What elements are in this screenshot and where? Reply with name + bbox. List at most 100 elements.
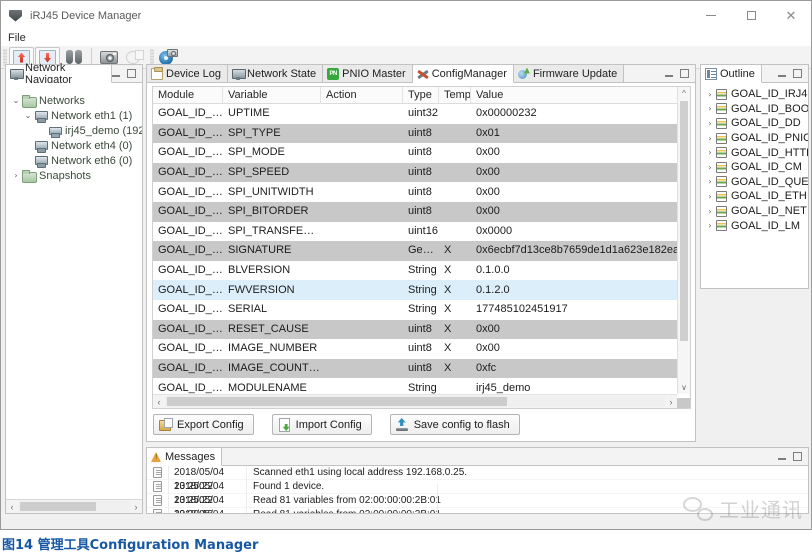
tab-messages[interactable]: Messages: [147, 448, 223, 466]
tab-network-state[interactable]: Network State: [228, 65, 324, 82]
navigator-horizontal-scrollbar[interactable]: ‹ ›: [6, 499, 142, 513]
message-row[interactable]: 2018/05/04 13:25:22 Found 1 device.: [147, 479, 808, 506]
tab-network-navigator[interactable]: Network Navigator: [6, 62, 112, 86]
editor-area: Device Log Network State PN PNIO Master …: [146, 64, 696, 442]
table-row[interactable]: GOAL_ID_IRJ45 SPI_MODE uint8 0x00: [153, 143, 690, 163]
column-header-temp[interactable]: Temp: [439, 87, 471, 103]
tree-item-network-eth6[interactable]: Network eth6 (0): [6, 153, 142, 168]
scroll-up-icon[interactable]: ^: [678, 87, 690, 100]
scroll-right-icon[interactable]: ›: [665, 397, 677, 407]
message-row[interactable]: 2018/05/04 13:39:16Read 81 variables fro…: [147, 493, 808, 513]
column-header-type[interactable]: Type: [403, 87, 439, 103]
tree-item-irj45-demo[interactable]: irj45_demo (192.168.0: [6, 123, 142, 138]
tab-outline[interactable]: Outline: [701, 65, 762, 83]
chevron-right-icon[interactable]: ›: [704, 163, 716, 172]
maximize-view-icon[interactable]: [680, 69, 689, 78]
tree-item-label: Snapshots: [39, 169, 91, 182]
chevron-down-icon[interactable]: ⌄: [22, 111, 34, 120]
scroll-track[interactable]: [18, 501, 130, 512]
minimize-view-icon[interactable]: [778, 70, 786, 77]
outline-item[interactable]: › GOAL_ID_BOOT: [701, 102, 808, 117]
column-header-variable[interactable]: Variable: [223, 87, 321, 103]
log-icon: [153, 509, 162, 513]
chevron-right-icon[interactable]: ›: [704, 104, 716, 113]
chevron-right-icon[interactable]: ›: [704, 119, 716, 128]
scroll-down-icon[interactable]: ∨: [678, 381, 690, 394]
table-row[interactable]: GOAL_ID_IRJ45 SPI_BITORDER uint8 0x00: [153, 201, 690, 222]
table-row[interactable]: GOAL_ID_IRJ45 SPI_TYPE uint8 0x01: [153, 123, 690, 144]
maximize-view-icon[interactable]: [127, 69, 136, 78]
table-row[interactable]: GOAL_ID_IRJ45 SPI_TRANSFERSIZE uint16 0x000…: [153, 221, 690, 242]
table-row[interactable]: GOAL_ID_IRJ45 UPTIME uint32 0x00000232: [153, 104, 690, 124]
export-config-button[interactable]: Export Config: [153, 414, 254, 435]
column-header-module[interactable]: Module: [153, 87, 223, 103]
toolbar-grip-2[interactable]: [150, 48, 154, 66]
scroll-left-icon[interactable]: ‹: [153, 397, 165, 407]
table-vertical-scrollbar[interactable]: ^ ∨: [677, 87, 690, 394]
message-row[interactable]: 2018/05/04 13:25:22 Scanned eth1 using lo…: [147, 466, 808, 492]
chevron-down-icon[interactable]: ⌄: [10, 96, 22, 105]
outline-item[interactable]: › GOAL_ID_NET: [701, 204, 808, 219]
close-button[interactable]: ✕: [771, 1, 811, 30]
chevron-right-icon[interactable]: ›: [10, 171, 22, 180]
chevron-right-icon[interactable]: ›: [704, 177, 716, 186]
minimize-view-icon[interactable]: [665, 70, 673, 77]
minimize-view-icon[interactable]: [112, 70, 120, 77]
tab-configmanager[interactable]: ConfigManager: [412, 65, 514, 83]
outline-item-label: GOAL_ID_PNIO: [731, 132, 808, 145]
log-icon: [153, 467, 162, 478]
maximize-view-icon[interactable]: [793, 452, 802, 461]
scroll-right-icon[interactable]: ›: [130, 502, 142, 512]
table-row[interactable]: GOAL_ID_BOOT IMAGE_NUMBER uint8 X 0x00: [153, 339, 690, 359]
save-config-to-flash-button[interactable]: Save config to flash: [389, 414, 520, 435]
scroll-thumb[interactable]: [680, 101, 688, 341]
table-row[interactable]: GOAL_ID_IRJ45 SPI_UNITWIDTH uint8 0x00: [153, 182, 690, 202]
outline-item[interactable]: › GOAL_ID_LM: [701, 218, 808, 233]
table-row[interactable]: GOAL_ID_BOOT BLVERSION String X 0.1.0.0: [153, 260, 690, 281]
outline-item[interactable]: › GOAL_ID_PNIO: [701, 131, 808, 146]
chevron-right-icon[interactable]: ›: [704, 134, 716, 143]
table-row[interactable]: GOAL_ID_BOOT SIGNATURE Generic X 0x6ecbf7d13…: [153, 241, 690, 261]
tab-device-log[interactable]: Device Log: [147, 65, 229, 82]
outline-item[interactable]: › GOAL_ID_DD: [701, 116, 808, 131]
minimize-button[interactable]: [691, 1, 731, 30]
cell-module: GOAL_ID_IRJ45: [158, 224, 223, 237]
outline-item[interactable]: › GOAL_ID_CM: [701, 160, 808, 175]
chevron-right-icon[interactable]: ›: [704, 221, 716, 230]
outline-item[interactable]: › GOAL_ID_ETH: [701, 189, 808, 204]
menu-item-file[interactable]: File: [1, 32, 33, 44]
maximize-view-icon[interactable]: [793, 69, 802, 78]
chevron-right-icon[interactable]: ›: [704, 207, 716, 216]
network-icon: [10, 68, 24, 80]
maximize-button[interactable]: [731, 1, 771, 30]
tab-pnio-master[interactable]: PN PNIO Master: [323, 65, 413, 82]
message-row[interactable]: 2018/05/04 13:41:05Read 81 variables fro…: [147, 507, 808, 514]
outline-item[interactable]: › GOAL_ID_HTTP: [701, 145, 808, 160]
tree-item-network-eth1[interactable]: ⌄ Network eth1 (1): [6, 108, 142, 123]
outline-item[interactable]: › GOAL_ID_QUEUE: [701, 175, 808, 190]
chevron-right-icon[interactable]: ›: [704, 192, 716, 201]
table-row[interactable]: GOAL_ID_BOOT FWVERSION String X 0.1.2.0: [153, 280, 690, 300]
column-header-value[interactable]: Value: [471, 87, 690, 103]
table-horizontal-scrollbar[interactable]: ‹ ›: [153, 394, 677, 408]
table-row[interactable]: GOAL_ID_BOOT SERIAL String X 177485102451917: [153, 299, 690, 320]
table-row[interactable]: GOAL_ID_BOOT IMAGE_COUNTER uint8 X 0xfc: [153, 358, 690, 379]
message-text: Read 81 variables from 02:00:00:00:2B:01: [247, 508, 808, 514]
scroll-left-icon[interactable]: ‹: [6, 502, 18, 512]
module-icon: [716, 161, 727, 173]
toolbar-grip[interactable]: [3, 48, 7, 66]
minimize-view-icon[interactable]: [778, 453, 786, 460]
table-row[interactable]: GOAL_ID_BOOT RESET_CAUSE uint8 X 0x00: [153, 319, 690, 340]
tree-item-snapshots[interactable]: › Snapshots: [6, 168, 142, 183]
chevron-right-icon[interactable]: ›: [704, 90, 716, 99]
tab-firmware-update[interactable]: Firmware Update: [513, 65, 625, 82]
tree-item-networks[interactable]: ⌄ Networks: [6, 93, 142, 108]
cell-value: 0x6ecbf7d13ce8b7659de1d1a623e182ea: [476, 244, 680, 257]
table-row[interactable]: GOAL_ID_IRJ45 SPI_SPEED uint8 0x00: [153, 162, 690, 183]
outline-item[interactable]: › GOAL_ID_IRJ45: [701, 87, 808, 102]
column-header-action[interactable]: Action: [321, 87, 403, 103]
scroll-track[interactable]: [165, 396, 665, 407]
import-config-button[interactable]: Import Config: [271, 414, 372, 435]
tree-item-network-eth4[interactable]: Network eth4 (0): [6, 138, 142, 153]
chevron-right-icon[interactable]: ›: [704, 148, 716, 157]
